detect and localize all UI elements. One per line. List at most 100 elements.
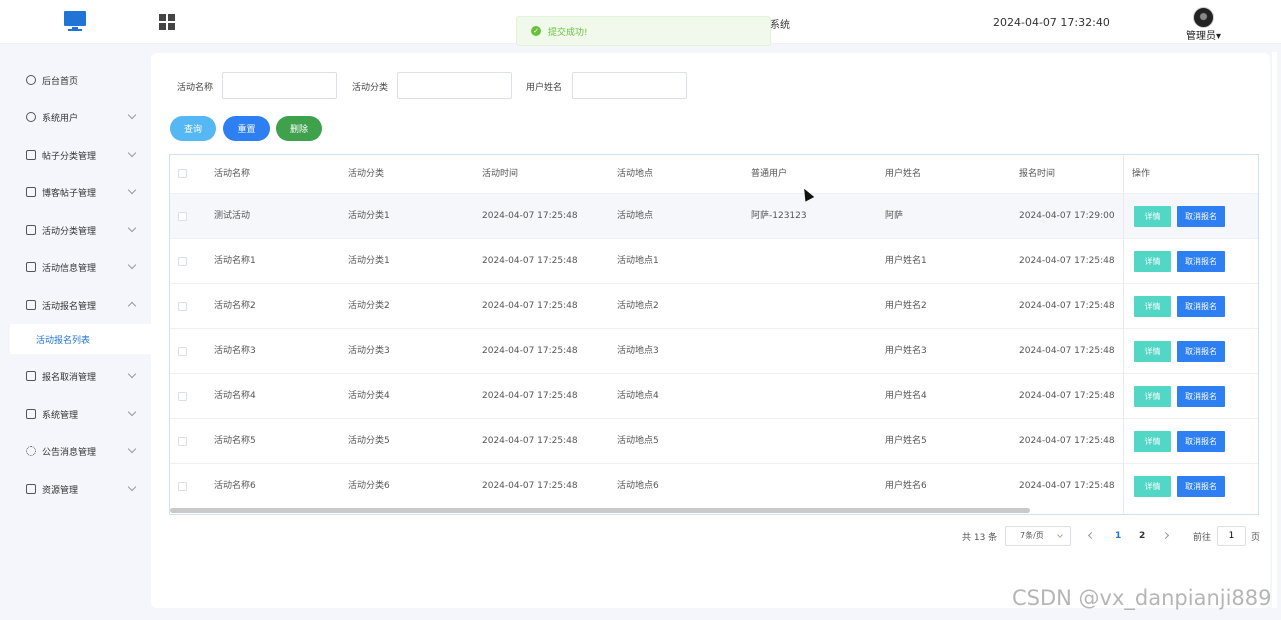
- cancel-signup-button[interactable]: 取消报名: [1177, 386, 1225, 407]
- page-size-value: 7条/页: [1020, 531, 1044, 540]
- sidebar-item-users[interactable]: 系统用户: [0, 102, 151, 132]
- toast-message: 提交成功!: [548, 27, 588, 38]
- sidebar-item-signup-cancel[interactable]: 报名取消管理: [0, 361, 151, 391]
- reset-button[interactable]: 重置: [223, 116, 270, 141]
- column-header[interactable]: 活动地点: [617, 155, 653, 193]
- chevron-down-icon: [127, 148, 137, 158]
- table-row[interactable]: 测试活动 活动分类1 2024-04-07 17:25:48 活动地点 阿萨-12312…: [170, 193, 1258, 238]
- sidebar-item-blog-posts[interactable]: 博客帖子管理: [0, 177, 151, 207]
- next-page-icon[interactable]: [1161, 531, 1170, 540]
- table-row[interactable]: 活动名称4 活动分类4 2024-04-07 17:25:48 活动地点4 用户姓名4 2…: [170, 373, 1258, 418]
- query-button[interactable]: 查询: [170, 116, 216, 141]
- column-header[interactable]: 活动名称: [214, 155, 250, 193]
- page-1[interactable]: 1: [1115, 526, 1121, 546]
- table-cell: 活动地点1: [617, 256, 659, 266]
- table-row[interactable]: 活动名称3 活动分类3 2024-04-07 17:25:48 活动地点3 用户姓名3 2…: [170, 328, 1258, 373]
- sidebar-subitem-signup-list[interactable]: 活动报名列表: [10, 324, 151, 354]
- table-cell: 用户姓名2: [885, 301, 927, 311]
- row-checkbox[interactable]: [178, 212, 187, 221]
- folder-icon: [26, 300, 36, 310]
- horizontal-scrollbar[interactable]: [170, 508, 1030, 513]
- sidebar-item-label: 后台首页: [42, 76, 79, 87]
- table-cell: 活动分类1: [348, 211, 390, 221]
- prev-page-icon[interactable]: [1087, 531, 1096, 540]
- table-row[interactable]: 活动名称5 活动分类5 2024-04-07 17:25:48 活动地点5 用户姓名5 2…: [170, 418, 1258, 463]
- delete-button[interactable]: 删除: [276, 116, 322, 141]
- column-header[interactable]: 普通用户: [751, 155, 787, 193]
- detail-button[interactable]: 详情: [1134, 431, 1171, 452]
- detail-button[interactable]: 详情: [1134, 386, 1171, 407]
- detail-button[interactable]: 详情: [1134, 296, 1171, 317]
- row-checkbox[interactable]: [178, 347, 187, 356]
- page-2[interactable]: 2: [1139, 526, 1145, 546]
- table-cell: 2024-04-07 17:25:48: [1019, 391, 1115, 401]
- detail-button[interactable]: 详情: [1134, 206, 1171, 227]
- chevron-down-icon: [127, 482, 137, 492]
- sidebar-item-activity-category[interactable]: 活动分类管理: [0, 215, 151, 245]
- page-vertical-scrollbar[interactable]: [1272, 52, 1277, 608]
- sidebar-item-activity-info[interactable]: 活动信息管理: [0, 252, 151, 282]
- menu-grid-icon[interactable]: [159, 14, 175, 30]
- column-header[interactable]: 活动时间: [482, 155, 518, 193]
- table-cell: 用户姓名4: [885, 391, 927, 401]
- main-panel: 活动名称 活动分类 用户姓名 查询 重置 删除 活动名称 活动分类 活动时间 活…: [151, 53, 1270, 608]
- sidebar-item-post-category[interactable]: 帖子分类管理: [0, 140, 151, 170]
- column-header[interactable]: 用户姓名: [885, 155, 921, 193]
- column-header[interactable]: 报名时间: [1019, 155, 1055, 193]
- sidebar-item-activity-signup[interactable]: 活动报名管理: [0, 290, 151, 320]
- table-row[interactable]: 活动名称2 活动分类2 2024-04-07 17:25:48 活动地点2 用户姓名2 2…: [170, 283, 1258, 328]
- sidebar-item-home[interactable]: 后台首页: [0, 65, 151, 95]
- avatar[interactable]: [1193, 7, 1214, 28]
- activity-category-input[interactable]: [397, 72, 512, 99]
- table-cell: 阿萨: [885, 211, 904, 221]
- table-cell: 活动地点4: [617, 391, 659, 401]
- detail-button[interactable]: 详情: [1134, 341, 1171, 362]
- cancel-signup-button[interactable]: 取消报名: [1177, 251, 1225, 272]
- table-cell: 2024-04-07 17:25:48: [1019, 481, 1115, 491]
- sidebar-item-resources[interactable]: 资源管理: [0, 474, 151, 504]
- table-row[interactable]: 活动名称1 活动分类1 2024-04-07 17:25:48 活动地点1 用户姓名1 2…: [170, 238, 1258, 283]
- table-cell: 活动分类2: [348, 301, 390, 311]
- detail-button[interactable]: 详情: [1134, 251, 1171, 272]
- page-size-select[interactable]: 7条/页: [1005, 526, 1071, 546]
- chevron-down-icon: [1057, 532, 1063, 538]
- sidebar-item-system[interactable]: 系统管理: [0, 399, 151, 429]
- cancel-signup-button[interactable]: 取消报名: [1177, 341, 1225, 362]
- success-toast: ✓ 提交成功!: [516, 16, 771, 46]
- folder-icon: [26, 409, 36, 419]
- watermark: CSDN @vx_danpianji889: [1012, 586, 1272, 610]
- goto-page-input[interactable]: [1217, 526, 1246, 546]
- sidebar-item-label: 活动分类管理: [42, 226, 97, 237]
- table-cell: 2024-04-07 17:25:48: [482, 256, 578, 266]
- operations-cell: 详情 取消报名: [1124, 238, 1258, 283]
- sidebar-item-label: 报名取消管理: [42, 372, 97, 383]
- row-checkbox[interactable]: [178, 392, 187, 401]
- table-cell: 活动地点5: [617, 436, 659, 446]
- row-checkbox[interactable]: [178, 257, 187, 266]
- row-checkbox[interactable]: [178, 482, 187, 491]
- operations-cell: 详情 取消报名: [1124, 283, 1258, 328]
- sidebar: 后台首页 系统用户 帖子分类管理 博客帖子管理 活动分类管理 活动信息管理 活动…: [0, 44, 151, 620]
- row-checkbox[interactable]: [178, 302, 187, 311]
- table-cell: 2024-04-07 17:25:48: [482, 301, 578, 311]
- select-all-checkbox[interactable]: [178, 169, 187, 178]
- detail-button[interactable]: 详情: [1134, 476, 1171, 497]
- cancel-signup-button[interactable]: 取消报名: [1177, 296, 1225, 317]
- username-input[interactable]: [572, 72, 687, 99]
- table-cell: 活动分类6: [348, 481, 390, 491]
- cancel-signup-button[interactable]: 取消报名: [1177, 206, 1225, 227]
- check-circle-icon: ✓: [531, 26, 541, 36]
- cancel-signup-button[interactable]: 取消报名: [1177, 431, 1225, 452]
- table-cell: 活动分类4: [348, 391, 390, 401]
- chevron-up-icon: [127, 301, 137, 311]
- sidebar-item-notice[interactable]: 公告消息管理: [0, 436, 151, 466]
- table-row[interactable]: 活动名称6 活动分类6 2024-04-07 17:25:48 活动地点6 用户姓名6 2…: [170, 463, 1258, 508]
- user-menu[interactable]: 管理员▾: [1186, 27, 1221, 42]
- row-checkbox[interactable]: [178, 437, 187, 446]
- cancel-signup-button[interactable]: 取消报名: [1177, 476, 1225, 497]
- activity-name-input[interactable]: [222, 72, 337, 99]
- dashboard-icon: [26, 75, 36, 85]
- column-header[interactable]: 活动分类: [348, 155, 384, 193]
- table-cell: 2024-04-07 17:25:48: [482, 481, 578, 491]
- goto-label: 前往: [1193, 532, 1212, 543]
